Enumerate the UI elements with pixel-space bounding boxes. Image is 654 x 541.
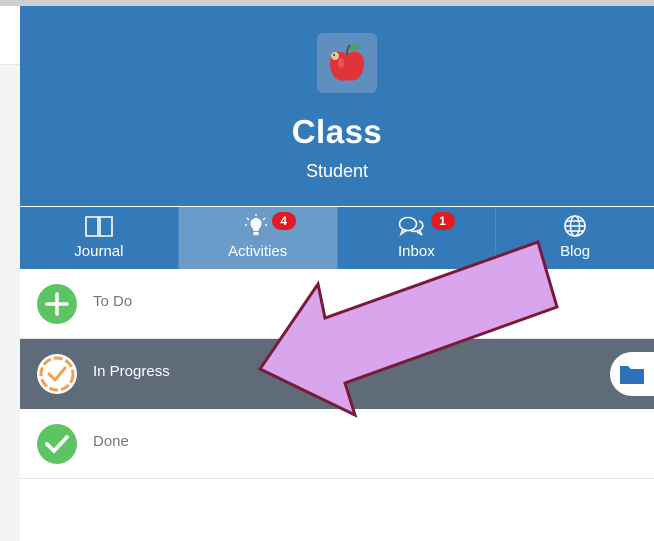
activities-badge: 4 [271, 212, 296, 230]
list-item-label: In Progress [93, 363, 170, 380]
tab-blog-label: Blog [560, 243, 591, 260]
list-item-label: Done [93, 433, 129, 450]
class-header: Class Student [20, 6, 654, 206]
tab-blog[interactable]: Blog [496, 207, 654, 269]
in-progress-check-icon [36, 353, 78, 395]
tab-activities-label: Activities [228, 243, 288, 260]
left-topbar [0, 6, 20, 65]
apple-with-worm-icon [329, 44, 365, 81]
list-item-label: To Do [93, 293, 133, 310]
globe-icon [562, 213, 588, 244]
check-circle-icon [36, 423, 78, 465]
folder-icon [620, 366, 644, 384]
left-panel [0, 6, 20, 541]
tab-inbox-label: Inbox [398, 243, 435, 260]
tab-journal-label: Journal [74, 243, 124, 260]
class-panel: Class Student Journal 4 Activities 1 Inb… [20, 6, 654, 541]
tab-inbox[interactable]: 1 Inbox [338, 207, 497, 269]
plus-circle-icon [36, 283, 78, 325]
chat-bubbles-icon [397, 213, 427, 244]
tab-journal[interactable]: Journal [20, 207, 179, 269]
tab-activities[interactable]: 4 Activities [178, 207, 338, 269]
list-item-in-progress[interactable]: In Progress [20, 339, 654, 409]
folder-button[interactable] [610, 352, 654, 396]
book-icon [83, 213, 115, 244]
class-title: Class [291, 113, 383, 150]
tab-bar: Journal 4 Activities 1 Inbox Blog [20, 207, 654, 269]
lightbulb-icon [243, 213, 269, 244]
list-item-done[interactable]: Done [20, 409, 654, 479]
activities-list: To Do In Progress Done [20, 269, 654, 479]
inbox-badge: 1 [430, 212, 455, 230]
class-subtitle: Student [305, 161, 369, 181]
class-logo [317, 33, 377, 93]
list-item-to-do[interactable]: To Do [20, 269, 654, 339]
